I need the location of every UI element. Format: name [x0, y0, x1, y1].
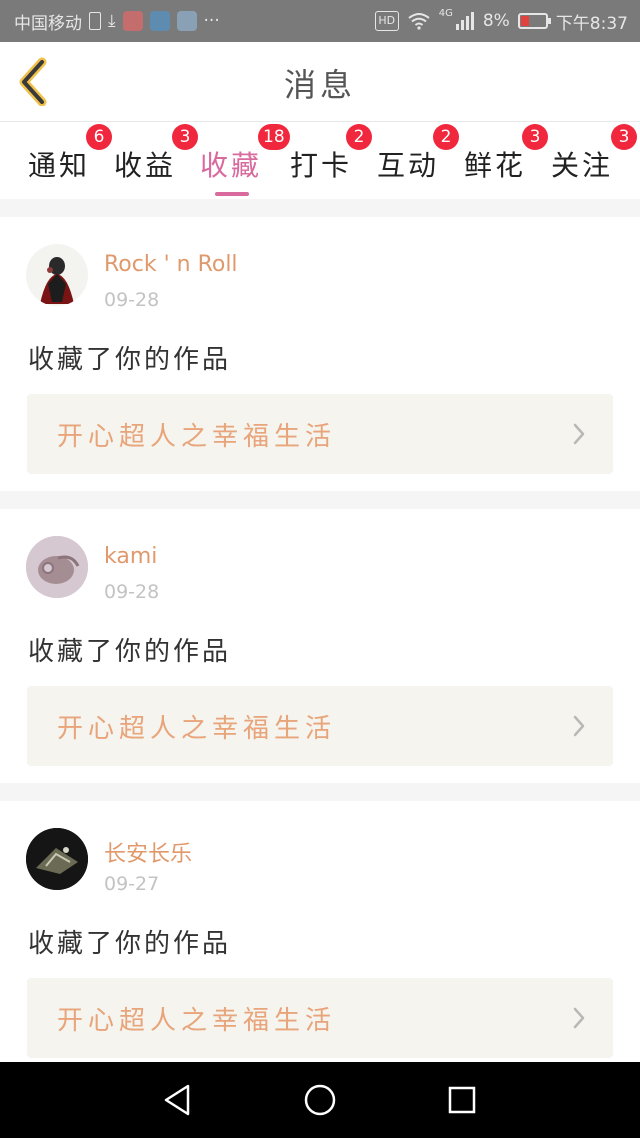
avatar-image [40, 257, 74, 304]
signal-icon [455, 12, 474, 30]
work-link[interactable]: 开心超人之幸福生活 [27, 686, 613, 766]
tab-badge: 3 [611, 124, 637, 150]
tab-badge: 6 [86, 124, 112, 150]
username[interactable]: kami [104, 544, 157, 569]
page-title: 消息 [283, 66, 356, 104]
system-nav-bar [0, 1062, 640, 1138]
tab-checkin[interactable]: 打卡 2 [290, 124, 372, 192]
carrier-label: 中国移动 [14, 13, 82, 34]
message-date: 09-28 [104, 289, 160, 311]
status-right: HD 4G 8% 下午8:37 [374, 8, 628, 34]
work-title: 开心超人之幸福生活 [57, 1006, 337, 1036]
work-title: 开心超人之幸福生活 [57, 714, 337, 744]
active-tab-indicator [215, 192, 249, 196]
username[interactable]: Rock ' n Roll [104, 252, 238, 277]
tab-label: 互动 [377, 149, 440, 182]
tab-label: 收益 [114, 149, 177, 182]
tab-label: 收藏 [200, 149, 263, 182]
tab-interactions[interactable]: 互动 2 [377, 124, 459, 192]
work-link[interactable]: 开心超人之幸福生活 [27, 394, 613, 474]
message-card: kami 09-28 收藏了你的作品 开心超人之幸福生活 [0, 509, 640, 783]
nav-recents-button[interactable] [440, 1080, 484, 1120]
status-left: 中国移动 ⤓ ··· [14, 8, 220, 34]
username[interactable]: 长安长乐 [104, 836, 192, 868]
triangle-back-icon [164, 1084, 190, 1116]
tab-badge: 2 [433, 124, 459, 150]
battery-icon [517, 13, 551, 29]
message-date: 09-28 [104, 581, 160, 603]
tab-badge: 2 [346, 124, 372, 150]
work-title: 开心超人之幸福生活 [57, 422, 337, 452]
battery-percent: 8% [482, 11, 510, 31]
message-action-text: 收藏了你的作品 [28, 345, 232, 375]
tab-earnings[interactable]: 收益 3 [114, 124, 198, 192]
chevron-right-icon [573, 1007, 585, 1029]
tab-bar: 通知 6 收益 3 收藏 18 打卡 2 互动 2 鲜花 3 关注 3 [0, 122, 640, 199]
square-recents-icon [448, 1086, 476, 1114]
message-card: 长安长乐 09-27 收藏了你的作品 开心超人之幸福生活 [0, 801, 640, 1062]
tab-badge: 3 [522, 124, 548, 150]
avatar-image [26, 828, 88, 890]
hd-icon: HD [374, 11, 399, 31]
message-date: 09-27 [104, 873, 160, 895]
avatar[interactable] [26, 244, 88, 306]
nav-home-button[interactable] [298, 1080, 342, 1120]
avatar-image [26, 536, 88, 598]
network-type-label: 4G [438, 8, 453, 19]
tab-flowers[interactable]: 鲜花 3 [464, 124, 548, 192]
tab-favorites[interactable]: 收藏 18 [200, 124, 290, 196]
wifi-icon [408, 13, 430, 30]
tab-notifications[interactable]: 通知 6 [28, 124, 112, 192]
tab-label: 鲜花 [464, 149, 527, 182]
tab-badge: 3 [172, 124, 198, 150]
work-link[interactable]: 开心超人之幸福生活 [27, 978, 613, 1058]
tab-label: 关注 [551, 149, 614, 182]
message-card: Rock ' n Roll 09-28 收藏了你的作品 开心超人之幸福生活 [0, 217, 640, 491]
app-notification-icon [176, 11, 197, 31]
more-notifications-icon: ··· [203, 11, 220, 31]
chevron-right-icon [573, 423, 585, 445]
sim-icon [89, 12, 101, 30]
circle-home-icon [304, 1084, 336, 1116]
message-action-text: 收藏了你的作品 [28, 929, 232, 959]
screen: 中国移动 ⤓ ··· HD 4G 8% 下午8:37 消息 通知 6 收益 3 … [0, 0, 640, 1138]
app-header: 消息 [0, 42, 640, 122]
app-notification-icon [122, 11, 143, 31]
chevron-right-icon [573, 715, 585, 737]
clock: 下午8:37 [555, 13, 628, 34]
message-action-text: 收藏了你的作品 [28, 637, 232, 667]
tab-label: 通知 [28, 149, 91, 182]
download-icon: ⤓ [108, 11, 116, 31]
avatar[interactable] [26, 828, 88, 890]
tab-badge: 18 [258, 124, 290, 150]
app-notification-icon [149, 11, 170, 31]
avatar[interactable] [26, 536, 88, 598]
nav-back-button[interactable] [156, 1080, 200, 1120]
status-bar: 中国移动 ⤓ ··· HD 4G 8% 下午8:37 [0, 0, 640, 42]
tab-label: 打卡 [290, 149, 353, 182]
tab-following[interactable]: 关注 3 [551, 124, 637, 192]
